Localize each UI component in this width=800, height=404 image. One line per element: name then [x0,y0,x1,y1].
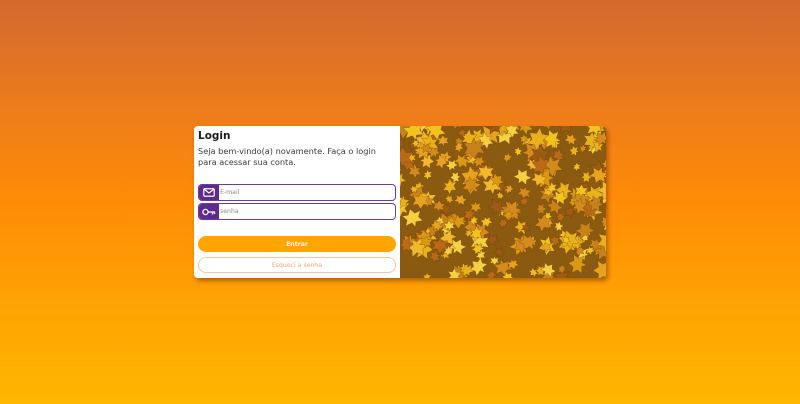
login-form: Login Seja bem-vindo(a) novamente. Faça … [194,126,400,278]
autumn-leaves-photo [400,126,606,278]
email-field[interactable] [198,184,396,201]
forgot-password-button[interactable]: Esqueci a senha [198,257,396,273]
login-title: Login [198,130,231,142]
login-card: Login Seja bem-vindo(a) novamente. Faça … [194,126,606,278]
password-input[interactable] [219,204,395,219]
submit-button[interactable]: Entrar [198,236,396,252]
email-input[interactable] [219,185,395,200]
password-field[interactable] [198,203,396,220]
autumn-leaves-image [400,126,606,278]
envelope-icon [199,185,219,200]
key-icon [199,204,219,219]
login-subtitle: Seja bem-vindo(a) novamente. Faça o logi… [198,146,376,167]
